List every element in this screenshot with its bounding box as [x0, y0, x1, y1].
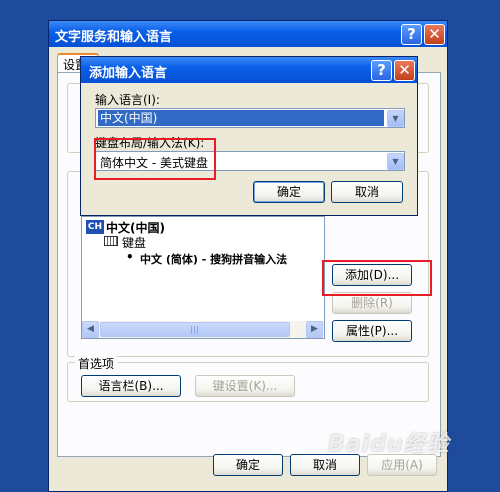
- grip-icon: [191, 326, 200, 334]
- main-ok-button[interactable]: 确定: [213, 454, 283, 476]
- tree-ime[interactable]: 中文 (简体) - 搜狗拼音输入法: [140, 251, 287, 267]
- dialog-title: 添加输入语言: [89, 66, 168, 81]
- scroll-left-icon[interactable]: ◀: [82, 321, 99, 338]
- dialog-close-button[interactable]: ✕: [394, 60, 415, 81]
- highlight-add-button: [322, 260, 432, 296]
- chevron-down-icon[interactable]: ▼: [387, 153, 404, 170]
- properties-button[interactable]: 属性(P)...: [332, 320, 412, 342]
- keyboard-icon: [104, 236, 118, 246]
- dialog-ok-button[interactable]: 确定: [253, 181, 325, 203]
- dialog-cancel-button[interactable]: 取消: [331, 181, 403, 203]
- services-tree[interactable]: CH 中文(中国) 键盘 • 中文 (简体) - 搜狗拼音输入法 ◀ ▶: [81, 216, 325, 339]
- lang-badge-icon: CH: [86, 220, 104, 234]
- input-lang-label: 输入语言(I):: [95, 93, 160, 107]
- highlight-keyboard-layout: [94, 138, 216, 180]
- input-lang-value: 中文(中国): [98, 110, 384, 126]
- main-titlebar: 文字服务和输入语言 ? ✕: [49, 21, 447, 47]
- main-title: 文字服务和输入语言: [55, 30, 173, 45]
- baidu-watermark: Baidu经验: [328, 432, 450, 457]
- main-close-button[interactable]: ✕: [424, 24, 445, 45]
- dialog-help-button[interactable]: ?: [371, 60, 392, 81]
- key-settings-button[interactable]: 键设置(K)...: [195, 375, 295, 397]
- input-lang-select[interactable]: 中文(中国) ▼: [95, 108, 405, 128]
- scroll-right-icon[interactable]: ▶: [306, 321, 323, 338]
- tree-bullet: •: [126, 250, 134, 264]
- tree-keyboard[interactable]: 键盘: [122, 234, 146, 251]
- preferences-label: 首选项: [75, 355, 118, 372]
- scroll-thumb[interactable]: [100, 322, 290, 337]
- add-input-language-dialog: 添加输入语言 ? ✕ 输入语言(I): 中文(中国) ▼ 键盘布局/输入法(K)…: [80, 56, 418, 216]
- main-help-button[interactable]: ?: [401, 24, 422, 45]
- tree-hscrollbar[interactable]: ◀ ▶: [82, 321, 324, 338]
- language-bar-button[interactable]: 语言栏(B)...: [81, 375, 181, 397]
- chevron-down-icon[interactable]: ▼: [387, 110, 404, 127]
- dialog-titlebar: 添加输入语言 ? ✕: [81, 57, 417, 83]
